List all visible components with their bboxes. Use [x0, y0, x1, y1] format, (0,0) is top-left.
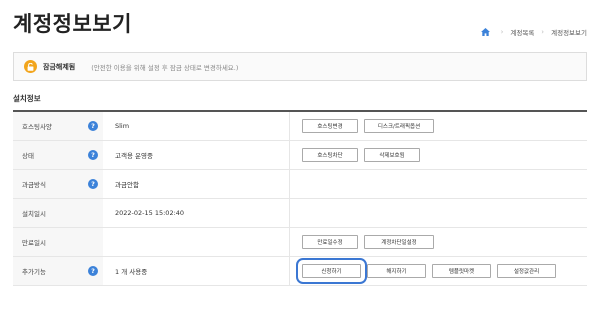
row-label: 추가기능: [22, 268, 46, 276]
row-actions: 호스팅변경 디스크/트래픽옵션: [290, 112, 587, 140]
row-label: 과금방식: [22, 181, 46, 189]
row-label-cell: 과금방식 ?: [13, 170, 103, 198]
breadcrumb-separator: ›: [541, 28, 545, 36]
page-title: 계정정보보기: [13, 12, 132, 36]
table-row-status: 상태 ? 고객용 운영중 호스팅차단 삭제보호됨: [13, 141, 587, 170]
table-row-hosting-spec: 호스팅사양 ? Slim 호스팅변경 디스크/트래픽옵션: [13, 112, 587, 141]
delete-protection-button[interactable]: 삭제보호됨: [364, 148, 420, 162]
set-block-date-button[interactable]: 계정차단일설정: [364, 235, 434, 249]
help-icon[interactable]: ?: [88, 121, 98, 131]
row-label: 호스팅사양: [22, 123, 52, 131]
row-value: 과금안함: [103, 170, 290, 198]
table-row-addons: 추가기능 ? 1 개 사용중 신청하기 해지하기 템플릿마켓 설정값관리: [13, 257, 587, 286]
row-label: 설치일시: [22, 210, 46, 218]
row-value: 1 개 사용중: [103, 257, 290, 285]
row-value: Slim: [103, 112, 290, 140]
breadcrumb-separator: ›: [500, 28, 504, 36]
table-row-expiry-date: 만료일시 만료일수정 계정차단일설정: [13, 228, 587, 257]
row-actions: 신청하기 해지하기 템플릿마켓 설정값관리: [290, 257, 587, 285]
row-actions: 만료일수정 계정차단일설정: [290, 228, 587, 256]
install-info-table: 호스팅사양 ? Slim 호스팅변경 디스크/트래픽옵션 상태 ? 고객용 운영…: [13, 110, 587, 286]
lock-status-title: 잠금해제됨: [43, 62, 76, 71]
home-icon[interactable]: [480, 28, 490, 36]
breadcrumb: › 계정목록 › 계정정보보기: [480, 27, 587, 37]
settings-manage-button[interactable]: 설정값관리: [497, 264, 556, 278]
table-row-billing: 과금방식 ? 과금안함: [13, 170, 587, 199]
row-actions: [290, 199, 587, 227]
row-label-cell: 상태 ?: [13, 141, 103, 169]
disk-traffic-option-button[interactable]: 디스크/트래픽옵션: [364, 119, 434, 133]
help-icon[interactable]: ?: [88, 179, 98, 189]
row-value: [103, 228, 290, 256]
cancel-subscription-button[interactable]: 해지하기: [367, 264, 426, 278]
row-label-cell: 만료일시: [13, 228, 103, 256]
row-label: 만료일시: [22, 239, 46, 247]
help-icon[interactable]: ?: [88, 266, 98, 276]
row-label-cell: 추가기능 ?: [13, 257, 103, 285]
lock-status-notice: 잠금해제됨 (안전한 이용을 위해 설정 후 잠금 상태로 변경하세요.): [13, 52, 587, 81]
row-label-cell: 호스팅사양 ?: [13, 112, 103, 140]
row-value: 고객용 운영중: [103, 141, 290, 169]
apply-button[interactable]: 신청하기: [296, 258, 367, 284]
lock-status-description: (안전한 이용을 위해 설정 후 잠금 상태로 변경하세요.): [91, 63, 239, 72]
change-hosting-button[interactable]: 호스팅변경: [302, 119, 358, 133]
help-icon[interactable]: ?: [88, 150, 98, 160]
row-label-cell: 설치일시: [13, 199, 103, 227]
unlock-icon: [24, 60, 37, 73]
breadcrumb-item-account-info: 계정정보보기: [551, 29, 587, 37]
template-market-button[interactable]: 템플릿마켓: [432, 264, 491, 278]
edit-expiry-button[interactable]: 만료일수정: [302, 235, 358, 249]
table-row-install-date: 설치일시 2022-02-15 15:02:40: [13, 199, 587, 228]
section-title: 설치정보: [13, 94, 41, 103]
row-actions: 호스팅차단 삭제보호됨: [290, 141, 587, 169]
row-value: 2022-02-15 15:02:40: [103, 199, 290, 227]
breadcrumb-item-account-list[interactable]: 계정목록: [510, 27, 534, 37]
block-hosting-button[interactable]: 호스팅차단: [302, 148, 358, 162]
row-label: 상태: [22, 152, 34, 160]
row-actions: [290, 170, 587, 198]
